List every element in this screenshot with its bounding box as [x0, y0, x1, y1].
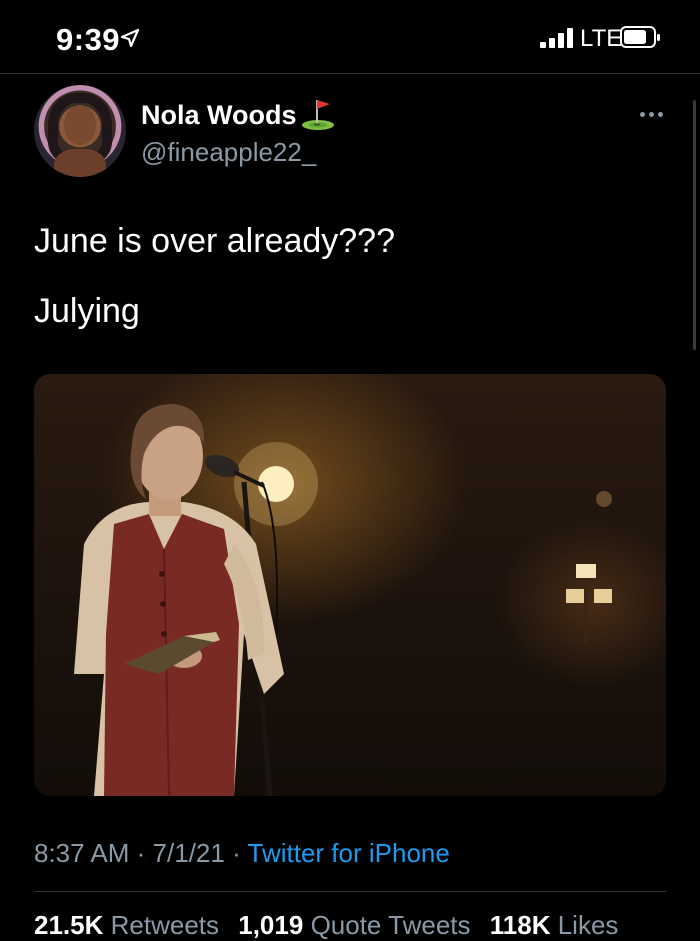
meta-separator: ·: [136, 838, 146, 868]
signal-bars-icon: [540, 28, 574, 48]
tweet-date: 7/1/21: [152, 838, 225, 868]
tweet-text-line: June is over already???: [34, 222, 396, 260]
status-bar: 9:39 LTE: [0, 0, 700, 74]
likes-count[interactable]: 118K: [490, 910, 551, 940]
tweet-meta: 8:37 AM · 7/1/21 · Twitter for iPhone: [34, 838, 450, 869]
more-options-icon[interactable]: [640, 112, 664, 118]
golf-flag-icon: [302, 100, 334, 130]
status-time: 9:39: [56, 22, 121, 57]
photo-image: [74, 404, 612, 796]
tweet-source-link[interactable]: Twitter for iPhone: [248, 838, 450, 868]
carrier-label: LTE: [580, 25, 623, 52]
quote-tweets-label[interactable]: Quote Tweets: [311, 910, 471, 940]
likes-label[interactable]: Likes: [558, 910, 619, 940]
retweets-label[interactable]: Retweets: [111, 910, 219, 940]
author-handle[interactable]: @fineapple22_: [141, 137, 316, 168]
tweet-text-line: Julying: [34, 292, 140, 330]
retweets-count[interactable]: 21.5K: [34, 910, 103, 940]
tweet-stats: 21.5K Retweets 1,019 Quote Tweets 118K L…: [34, 910, 630, 941]
scrollbar[interactable]: [693, 100, 696, 350]
tweet-time: 8:37 AM: [34, 838, 130, 868]
stats-divider: [34, 891, 666, 892]
meta-separator: ·: [232, 838, 241, 868]
battery-icon: [620, 26, 660, 48]
tweet-media-photo[interactable]: [34, 374, 666, 796]
header-divider: [0, 73, 700, 74]
avatar[interactable]: [34, 85, 126, 177]
author-display-name[interactable]: Nola Woods: [141, 100, 297, 131]
quote-tweets-count[interactable]: 1,019: [238, 910, 303, 940]
location-arrow-icon: [120, 28, 140, 48]
